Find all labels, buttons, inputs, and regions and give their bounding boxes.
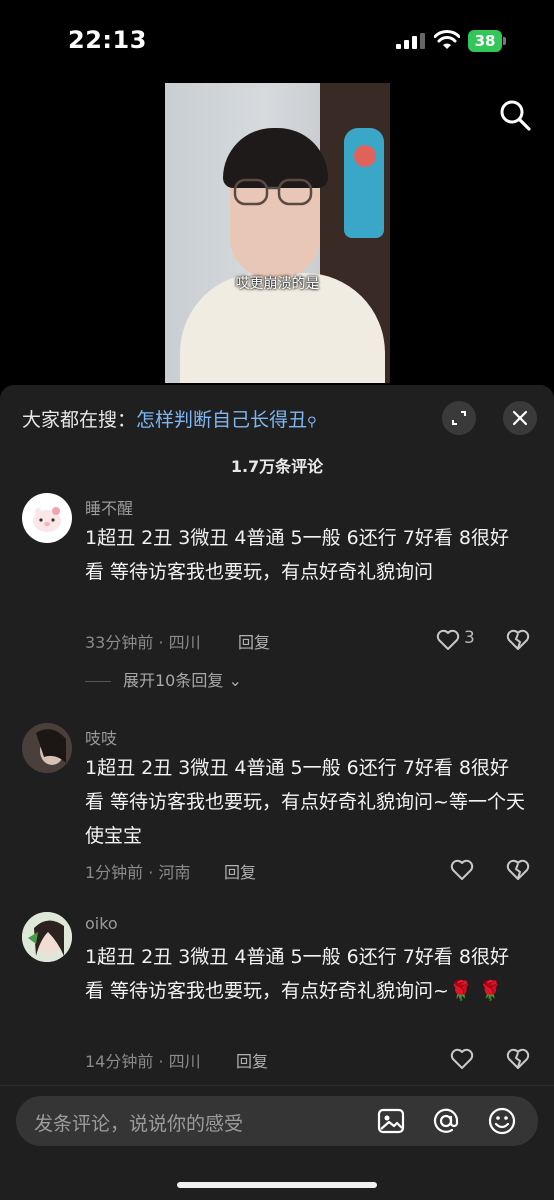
comments-sheet: 大家都在搜：怎样判断自己长得丑⚲ 1.7万条评论 睡不醒 1超丑 2丑 3微丑 … [0,385,554,1200]
search-suggestion[interactable]: 大家都在搜：怎样判断自己长得丑⚲ [22,405,317,432]
comment-text: 1超丑 2丑 3微丑 4普通 5一般 6还行 7好看 8很好看 等待访客我也要玩… [85,757,525,847]
image-icon[interactable] [376,1106,406,1136]
expand-replies-label: 展开10条回复 [123,671,224,690]
expand-replies-button[interactable]: 展开10条回复 ⌄ [85,667,242,691]
comment-text: 1超丑 2丑 3微丑 4普通 5一般 6还行 7好看 8很好看 等待访客我也要玩… [85,946,509,1002]
search-suggestion-link[interactable]: 怎样判断自己长得丑 [136,409,307,431]
close-icon [512,410,528,426]
reply-button[interactable]: 回复 [236,1048,268,1072]
comment-text: 1超丑 2丑 3微丑 4普通 5一般 6还行 7好看 8很好看 等待访客我也要玩… [85,527,509,583]
video-caption: 哎更崩溃的是 [235,276,320,292]
like-count: 3 [464,628,475,648]
comment-meta: 1分钟前 · 河南 [85,863,191,882]
search-suggestion-prefix: 大家都在搜： [22,409,137,431]
comment-input-placeholder: 发条评论，说说你的感受 [34,1113,244,1135]
avatar[interactable] [22,912,72,962]
comment-username[interactable]: 吱吱 [85,725,117,749]
comment-input-bar: 发条评论，说说你的感受 [0,1085,554,1200]
emoji-icon[interactable] [487,1106,517,1136]
heart-icon[interactable] [450,859,474,881]
comment-input[interactable]: 发条评论，说说你的感受 [16,1096,538,1146]
broken-heart-icon[interactable] [506,629,530,651]
chevron-down-icon: ⌄ [223,671,242,690]
small-search-icon: ⚲ [307,415,317,430]
comment-username[interactable]: 睡不醒 [85,495,133,519]
at-icon[interactable] [431,1106,461,1136]
video-player[interactable]: 哎更崩溃的是 [165,83,390,383]
comment-username[interactable]: oiko [85,914,118,933]
avatar[interactable] [22,723,72,773]
comment-meta: 14分钟前 · 四川 [85,1052,201,1071]
home-indicator[interactable] [177,1182,377,1188]
reply-button[interactable]: 回复 [238,629,270,653]
broken-heart-icon[interactable] [506,859,530,881]
signal-icon [396,33,425,49]
battery-indicator: 38 [468,30,508,52]
wifi-icon [434,30,460,49]
status-time: 22:13 [68,26,147,54]
heart-icon[interactable] [450,1048,474,1070]
reply-button[interactable]: 回复 [224,859,256,883]
status-bar: 22:13 38 [0,0,554,80]
search-icon[interactable] [498,98,532,132]
comment-count: 1.7万条评论 [230,457,324,476]
expand-button[interactable] [442,401,476,435]
battery-level: 38 [474,32,496,50]
close-button[interactable] [503,401,537,435]
expand-icon [452,411,466,425]
broken-heart-icon[interactable] [506,1048,530,1070]
heart-icon[interactable] [436,629,460,651]
comment-meta: 33分钟前 · 四川 [85,633,201,652]
avatar[interactable] [22,493,72,543]
